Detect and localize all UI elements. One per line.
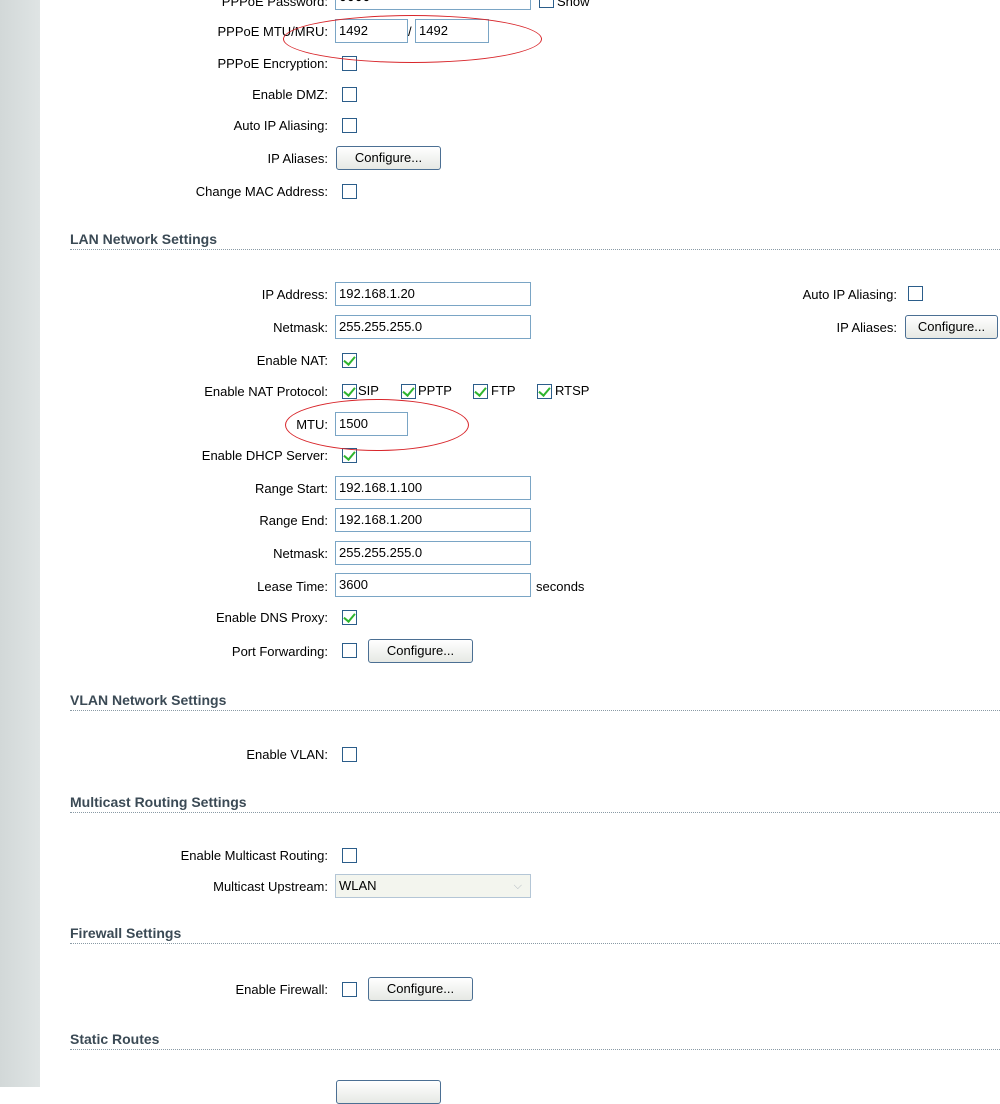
nat-sip-checkbox[interactable] — [342, 384, 357, 399]
dhcp-netmask-label: Netmask: — [273, 546, 328, 561]
nat-rtsp-checkbox[interactable] — [537, 384, 552, 399]
port-forwarding-configure-button[interactable]: Configure... — [368, 639, 473, 663]
port-forwarding-label: Port Forwarding: — [231, 644, 328, 659]
lan-auto-ip-aliasing-label: Auto IP Aliasing: — [802, 287, 897, 302]
range-start-input[interactable]: 192.168.1.100 — [335, 476, 531, 500]
multicast-routing-checkbox[interactable] — [342, 848, 357, 863]
show-password-label: Show — [557, 0, 590, 9]
enable-firewall-label: Enable Firewall: — [235, 982, 329, 997]
pppoe-mru-input[interactable]: 1492 — [415, 19, 489, 43]
pppoe-mtu-label: PPPoE MTU/MRU: — [217, 24, 328, 39]
chevron-down-icon: ⌵ — [513, 880, 522, 892]
pppoe-mtu-input[interactable]: 1492 — [335, 19, 408, 43]
lan-auto-ip-aliasing-checkbox[interactable] — [908, 286, 923, 301]
show-password-checkbox[interactable] — [539, 0, 554, 8]
wan-ip-aliases-label: IP Aliases: — [267, 151, 328, 166]
lan-ip-aliases-label: IP Aliases: — [836, 320, 897, 335]
enable-nat-label: Enable NAT: — [256, 353, 328, 368]
dns-proxy-label: Enable DNS Proxy: — [216, 610, 328, 625]
pppoe-password-field[interactable]: ●●●● — [335, 0, 531, 10]
left-sidebar — [0, 0, 40, 1087]
static-routes-section-title: Static Routes — [70, 1031, 1000, 1050]
enable-vlan-checkbox[interactable] — [342, 747, 357, 762]
lan-netmask-input[interactable]: 255.255.255.0 — [335, 315, 531, 339]
static-routes-button[interactable] — [336, 1080, 441, 1104]
nat-protocol-label: Enable NAT Protocol: — [204, 384, 328, 399]
multicast-section-title: Multicast Routing Settings — [70, 794, 1000, 813]
range-end-input[interactable]: 192.168.1.200 — [335, 508, 531, 532]
change-mac-checkbox[interactable] — [342, 184, 357, 199]
mtu-mru-separator: / — [408, 24, 412, 39]
lan-netmask-label: Netmask: — [273, 320, 328, 335]
enable-firewall-checkbox[interactable] — [342, 982, 357, 997]
firewall-section-title: Firewall Settings — [70, 925, 1000, 944]
nat-sip-label: SIP — [358, 383, 379, 398]
enable-dmz-checkbox[interactable] — [342, 87, 357, 102]
range-start-label: Range Start: — [255, 481, 328, 496]
pppoe-encryption-label: PPPoE Encryption: — [217, 56, 328, 71]
multicast-upstream-value: WLAN — [339, 878, 377, 893]
multicast-upstream-select[interactable]: WLAN ⌵ — [335, 874, 531, 898]
router-settings-page: PPPoE Password: ●●●● Show PPPoE MTU/MRU:… — [0, 0, 1000, 1104]
lan-ip-address-label: IP Address: — [261, 287, 328, 302]
dhcp-netmask-input[interactable]: 255.255.255.0 — [335, 541, 531, 565]
multicast-routing-label: Enable Multicast Routing: — [180, 848, 328, 863]
firewall-configure-button[interactable]: Configure... — [368, 977, 473, 1001]
wan-auto-ip-aliasing-label: Auto IP Aliasing: — [233, 118, 328, 133]
vlan-section-title: VLAN Network Settings — [70, 692, 1000, 711]
lan-ip-aliases-configure-button[interactable]: Configure... — [905, 315, 998, 339]
pppoe-encryption-checkbox[interactable] — [342, 56, 357, 71]
change-mac-label: Change MAC Address: — [195, 184, 328, 199]
nat-pptp-checkbox[interactable] — [401, 384, 416, 399]
enable-vlan-label: Enable VLAN: — [246, 747, 328, 762]
nat-ftp-label: FTP — [491, 383, 516, 398]
pppoe-password-label: PPPoE Password: — [221, 0, 328, 9]
dns-proxy-checkbox[interactable] — [342, 610, 357, 625]
range-end-label: Range End: — [259, 513, 328, 528]
dhcp-server-checkbox[interactable] — [342, 448, 357, 463]
lease-time-unit: seconds — [536, 579, 585, 594]
lan-section-title: LAN Network Settings — [70, 231, 1000, 250]
wan-auto-ip-aliasing-checkbox[interactable] — [342, 118, 357, 133]
lan-mtu-label: MTU: — [296, 417, 328, 432]
multicast-upstream-label: Multicast Upstream: — [213, 879, 328, 894]
port-forwarding-checkbox[interactable] — [342, 643, 357, 658]
lan-ip-address-input[interactable]: 192.168.1.20 — [335, 282, 531, 306]
lease-time-label: Lease Time: — [257, 579, 328, 594]
nat-pptp-label: PPTP — [418, 383, 452, 398]
wan-ip-aliases-configure-button[interactable]: Configure... — [336, 146, 441, 170]
enable-dmz-label: Enable DMZ: — [252, 87, 328, 102]
lease-time-input[interactable]: 3600 — [335, 573, 531, 597]
nat-rtsp-label: RTSP — [555, 383, 590, 398]
lan-mtu-input[interactable]: 1500 — [335, 412, 408, 436]
nat-ftp-checkbox[interactable] — [473, 384, 488, 399]
dhcp-server-label: Enable DHCP Server: — [201, 448, 328, 463]
enable-nat-checkbox[interactable] — [342, 353, 357, 368]
